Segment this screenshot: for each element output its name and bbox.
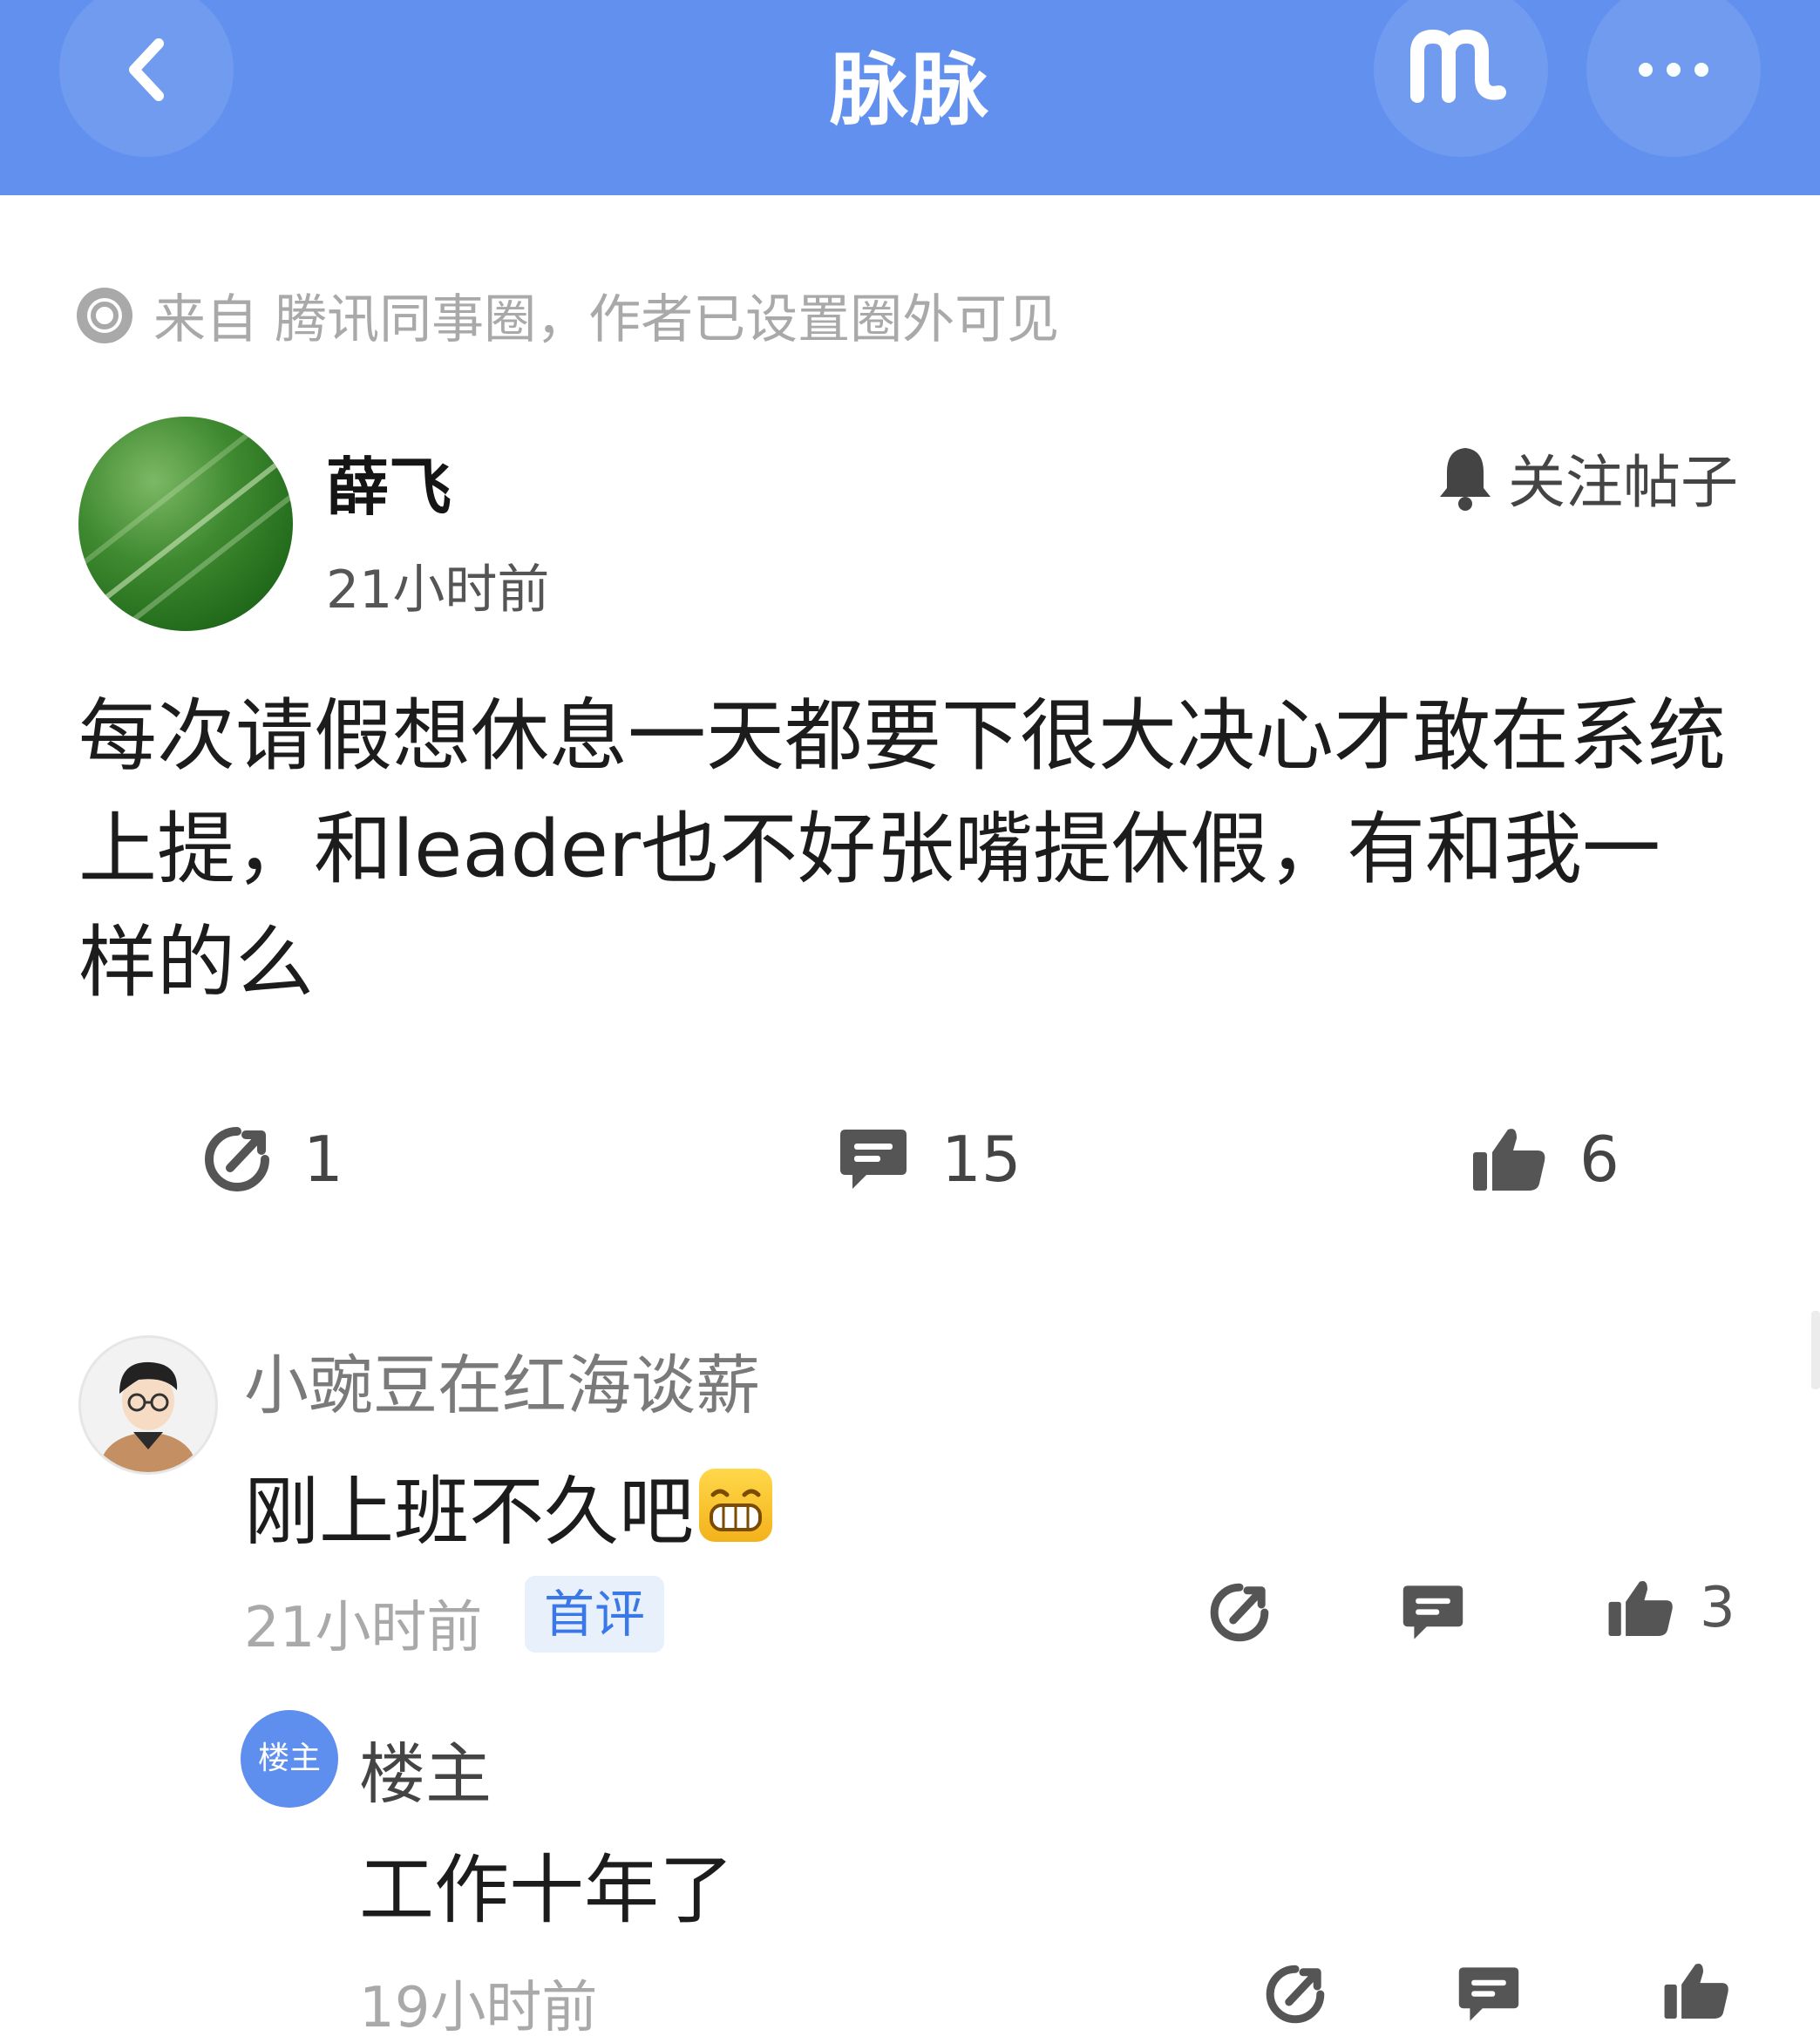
like-count: 6 <box>1579 1123 1620 1196</box>
comment-time: 21小时前 <box>244 1596 483 1660</box>
comment-like-button[interactable]: 3 <box>1606 1576 1735 1640</box>
author-name[interactable]: 薛飞 <box>326 436 452 527</box>
comment-text-row: 刚上班不久吧 <box>244 1450 772 1559</box>
ellipsis-icon <box>1639 63 1708 77</box>
cartoon-person-avatar-icon <box>98 1361 198 1472</box>
reply-share-button[interactable] <box>1264 1963 1327 2026</box>
comment-text: 刚上班不久吧 <box>244 1469 694 1556</box>
thumbs-up-icon <box>1473 1129 1545 1191</box>
circle-dot-icon <box>77 287 132 343</box>
first-comment-badge: 首评 <box>525 1576 665 1653</box>
comment-button[interactable]: 15 <box>837 1123 1022 1196</box>
comment-icon <box>1458 1967 1519 2021</box>
reply-text: 工作十年了 <box>359 1847 734 1934</box>
share-icon <box>1266 1965 1325 2024</box>
author-avatar[interactable] <box>78 417 293 631</box>
comment-count: 15 <box>941 1123 1022 1196</box>
like-button[interactable]: 6 <box>1470 1123 1620 1196</box>
comment-reply-button[interactable] <box>1400 1581 1466 1644</box>
share-icon <box>205 1127 269 1191</box>
thumbs-up-icon <box>1608 1580 1673 1636</box>
comment-icon <box>1402 1585 1463 1639</box>
grinning-emoji-icon <box>699 1468 772 1542</box>
reply-author-name[interactable]: 楼主 <box>359 1721 492 1816</box>
bell-icon <box>1440 448 1491 511</box>
comment-like-count: 3 <box>1700 1576 1735 1640</box>
commenter-avatar[interactable] <box>78 1335 218 1475</box>
reply-like-button[interactable] <box>1661 1959 1731 2022</box>
reply-reply-button[interactable] <box>1456 1963 1522 2026</box>
comment-share-button[interactable] <box>1208 1581 1271 1644</box>
comment-icon <box>840 1130 907 1189</box>
scrollbar[interactable] <box>1811 1311 1820 1389</box>
follow-post-button[interactable]: 关注帖子 <box>1435 436 1738 519</box>
share-count: 1 <box>303 1123 343 1196</box>
thumbs-up-icon <box>1664 1963 1728 2019</box>
app-header: 脉脉 <box>0 0 1820 195</box>
reply-time: 19小时前 <box>359 1976 598 2040</box>
commenter-name[interactable]: 小豌豆在红海谈薪 <box>244 1334 760 1427</box>
share-button[interactable]: 1 <box>202 1123 343 1196</box>
maimai-logo-icon <box>1410 29 1506 103</box>
follow-post-label: 关注帖子 <box>1508 449 1738 516</box>
source-notice: 来自 腾讯同事圈，作者已设置圈外可见 <box>77 277 1059 353</box>
share-icon <box>1210 1583 1269 1642</box>
post-content: 每次请假想休息一天都要下很大决心才敢在系统上提，和leader也不好张嘴提休假，… <box>78 690 1726 1008</box>
op-avatar-badge: 楼主 <box>241 1710 338 1808</box>
source-notice-text: 来自 腾讯同事圈，作者已设置圈外可见 <box>153 289 1060 350</box>
post-time: 21小时前 <box>326 560 550 621</box>
